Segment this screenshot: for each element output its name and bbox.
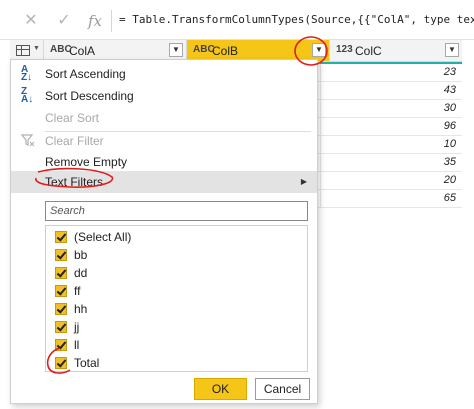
list-item[interactable]: Total xyxy=(46,354,307,372)
column-name: ColA xyxy=(69,44,96,58)
search-input[interactable] xyxy=(46,202,307,220)
remove-empty-item[interactable]: Remove Empty xyxy=(11,151,317,173)
menu-item-label: Remove Empty xyxy=(45,155,128,169)
clear-filter-icon xyxy=(20,133,37,149)
table-cell[interactable]: 96 xyxy=(320,118,462,136)
cancel-button[interactable]: Cancel xyxy=(255,378,310,400)
sort-ascending-item[interactable]: A Z↓ Sort Ascending xyxy=(11,63,317,85)
chevron-right-icon: ▶ xyxy=(300,177,307,186)
checkbox-label: jj xyxy=(74,320,80,334)
checkbox-label: hh xyxy=(74,302,88,316)
formula-divider xyxy=(111,10,112,32)
column-header-colc[interactable]: 123 ColC ▼ xyxy=(330,40,462,61)
list-item[interactable]: (Select All) xyxy=(46,228,307,246)
list-item[interactable]: ff xyxy=(46,282,307,300)
cell-value: 30 xyxy=(443,102,456,114)
checkbox-label: Total xyxy=(74,356,100,370)
table-cell[interactable]: 30 xyxy=(320,100,462,118)
column-header-colb[interactable]: ABC ColB ▼ xyxy=(187,40,330,61)
cell-value: 35 xyxy=(443,156,456,168)
checkbox[interactable] xyxy=(55,339,67,351)
menu-item-label: Text Filters xyxy=(45,175,104,189)
cell-value: 20 xyxy=(443,174,456,186)
checkbox[interactable] xyxy=(55,231,67,243)
filter-dropdown-button[interactable]: ▼ xyxy=(445,43,459,57)
number-type-icon[interactable]: 123 xyxy=(336,44,353,55)
commit-formula-icon[interactable]: ✓ xyxy=(53,10,75,32)
column-filter-menu: A Z↓ Sort Ascending Z A↓ Sort Descending C… xyxy=(10,59,318,404)
table-cell[interactable]: 65 xyxy=(320,190,462,208)
cancel-formula-icon[interactable]: ✕ xyxy=(20,10,42,32)
table-menu-button[interactable]: ▼ xyxy=(10,40,44,61)
sort-ascending-icon: A Z↓ xyxy=(21,64,33,83)
search-field-wrapper xyxy=(45,201,308,221)
checkbox-label: bb xyxy=(74,248,88,262)
table-icon xyxy=(16,45,30,56)
filter-dropdown-button[interactable]: ▼ xyxy=(312,43,326,57)
cell-value: 23 xyxy=(443,66,456,78)
column-header-cola[interactable]: ABC ColA ▼ xyxy=(44,40,187,61)
menu-item-label: Clear Filter xyxy=(45,134,104,148)
value-checklist: (Select All) bb dd ff hh jj ll Total xyxy=(45,225,308,372)
column-name: ColC xyxy=(355,44,382,58)
table-cell[interactable]: 20 xyxy=(320,172,462,190)
formula-bar: ✕ ✓ fx = Table.TransformColumnTypes(Sour… xyxy=(0,0,474,40)
checkbox-label: dd xyxy=(74,266,88,280)
list-item[interactable]: dd xyxy=(46,264,307,282)
fx-icon[interactable]: fx xyxy=(84,10,106,32)
cell-value: 43 xyxy=(443,84,456,96)
menu-item-label: Sort Descending xyxy=(45,89,134,103)
column-name: ColB xyxy=(212,44,239,58)
clear-filter-item: Clear Filter xyxy=(11,130,317,152)
checkbox[interactable] xyxy=(55,321,67,333)
clear-sort-item: Clear Sort xyxy=(11,107,317,129)
sort-descending-icon: Z A↓ xyxy=(21,86,34,105)
text-filters-item[interactable]: Text Filters ▶ xyxy=(11,171,317,193)
checkbox[interactable] xyxy=(55,357,67,369)
table-cell[interactable]: 35 xyxy=(320,154,462,172)
checkbox[interactable] xyxy=(55,267,67,279)
cell-value: 96 xyxy=(443,120,456,132)
list-item[interactable]: bb xyxy=(46,246,307,264)
chevron-down-icon: ▼ xyxy=(33,45,40,52)
checkbox-label: ff xyxy=(74,284,81,298)
list-item[interactable]: jj xyxy=(46,318,307,336)
checkbox-label: (Select All) xyxy=(74,230,132,244)
list-item[interactable]: ll xyxy=(46,336,307,354)
checkbox[interactable] xyxy=(55,303,67,315)
list-item[interactable]: hh xyxy=(46,300,307,318)
checkbox[interactable] xyxy=(55,285,67,297)
sort-descending-item[interactable]: Z A↓ Sort Descending xyxy=(11,85,317,107)
table-cell[interactable]: 10 xyxy=(320,136,462,154)
table-cell[interactable]: 23 xyxy=(320,64,462,82)
formula-input[interactable]: = Table.TransformColumnTypes(Source,{{"C… xyxy=(119,13,474,26)
table-cell[interactable]: 43 xyxy=(320,82,462,100)
filter-dropdown-button[interactable]: ▼ xyxy=(169,43,183,57)
cell-value: 10 xyxy=(443,138,456,150)
checkbox[interactable] xyxy=(55,249,67,261)
cell-value: 65 xyxy=(443,192,456,204)
menu-item-label: Clear Sort xyxy=(45,111,100,125)
ok-button[interactable]: OK xyxy=(194,378,247,400)
checkbox-label: ll xyxy=(74,338,80,352)
menu-item-label: Sort Ascending xyxy=(45,67,126,81)
